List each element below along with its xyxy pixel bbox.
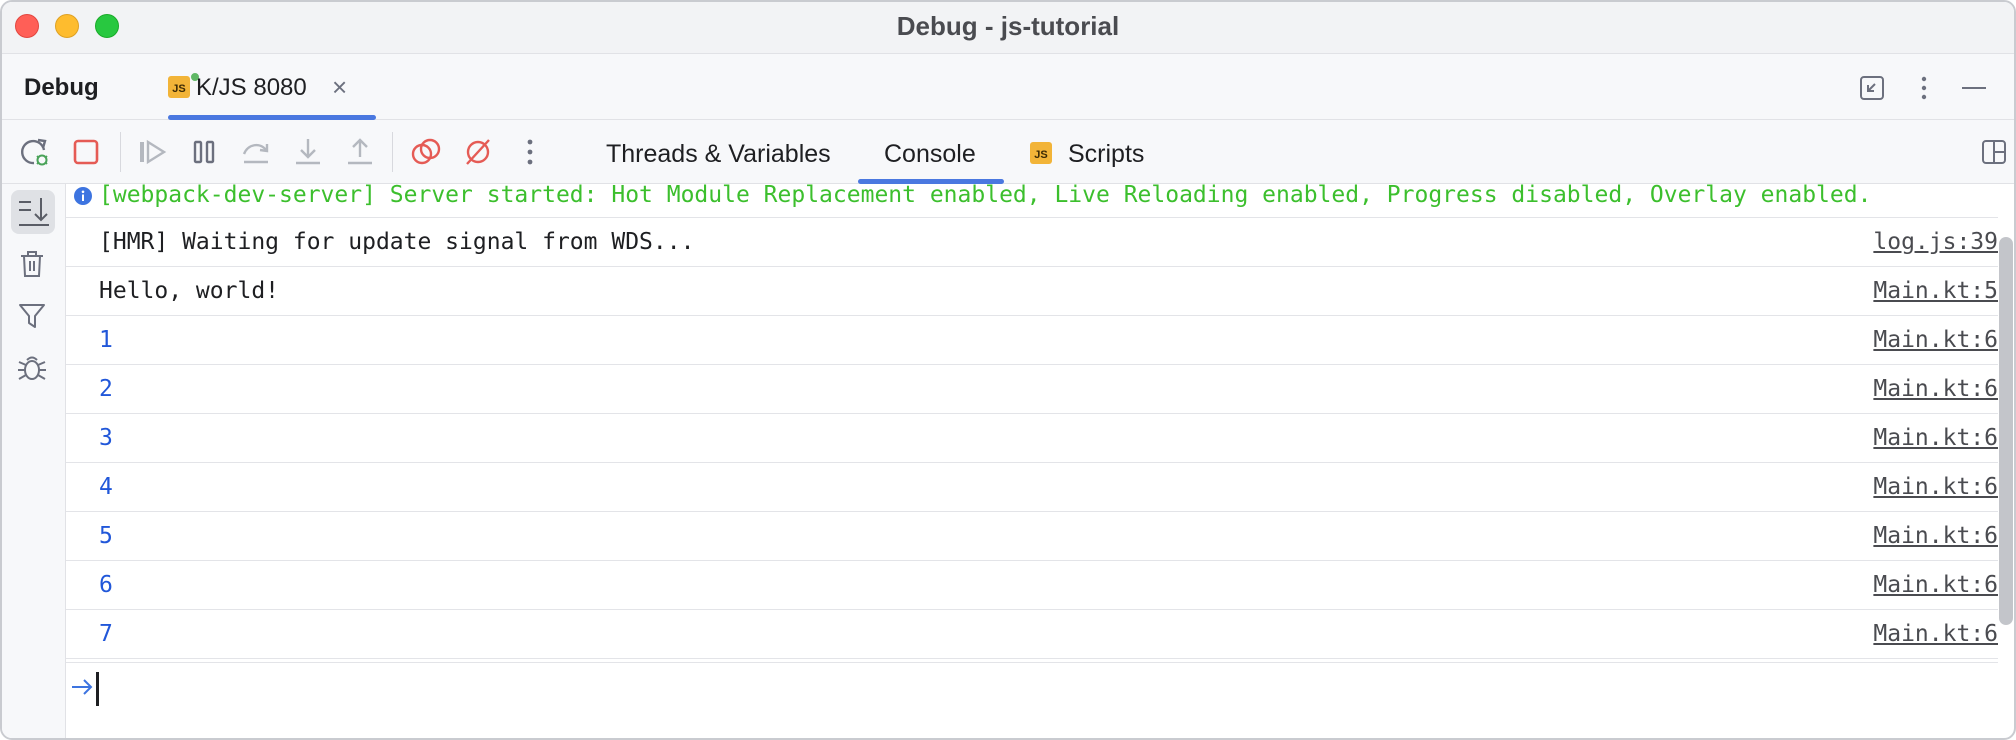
console-row: Hello, world! Main.kt:5 — [66, 267, 1998, 316]
tool-window-title: Debug — [24, 74, 99, 101]
rerun-debug-icon[interactable] — [18, 136, 50, 168]
console-banner: [webpack-dev-server] Server started: Hot… — [66, 184, 1998, 218]
debug-toolbar: Threads & Variables Console JS Scripts — [2, 120, 2014, 184]
trash-icon[interactable] — [16, 248, 48, 280]
close-icon[interactable]: × — [332, 72, 347, 103]
text-caret — [96, 672, 99, 706]
source-link[interactable]: Main.kt:6 — [1873, 425, 1998, 451]
tab-scripts[interactable]: JS Scripts — [1004, 120, 1174, 184]
console-row-text: 5 — [99, 523, 113, 549]
layout-icon[interactable] — [1980, 138, 2008, 166]
console-gutter — [2, 184, 66, 738]
filter-icon[interactable] — [16, 300, 48, 332]
run-tab-kjs[interactable]: JS K/JS 8080 × — [168, 54, 376, 120]
console-row-text: [HMR] Waiting for update signal from WDS… — [99, 229, 695, 255]
console-row: 3 Main.kt:6 — [66, 414, 1998, 463]
js-icon: JS — [1030, 142, 1052, 164]
console-row: 6 Main.kt:6 — [66, 561, 1998, 610]
console-row-text: Hello, world! — [99, 278, 280, 304]
view-breakpoints-icon[interactable] — [410, 136, 442, 168]
source-link[interactable]: Main.kt:6 — [1873, 572, 1998, 598]
more-vertical-icon[interactable] — [1910, 74, 1938, 102]
console-row: 2 Main.kt:6 — [66, 365, 1998, 414]
step-over-icon[interactable] — [240, 136, 272, 168]
scroll-to-end-icon[interactable] — [11, 190, 55, 234]
source-link[interactable]: Main.kt:6 — [1873, 621, 1998, 647]
info-icon — [74, 187, 92, 205]
console-row-text: 4 — [99, 474, 113, 500]
tool-window-header: Debug JS K/JS 8080 × — [2, 54, 2014, 120]
pause-icon[interactable] — [188, 136, 220, 168]
toolbar-separator — [120, 132, 121, 172]
banner-text: [webpack-dev-server] Server started: Hot… — [99, 184, 1872, 208]
prompt-arrow-icon — [72, 679, 93, 695]
tab-label: Console — [884, 140, 976, 168]
tab-label: Scripts — [1068, 140, 1145, 168]
console-row-text: 2 — [99, 376, 113, 402]
run-tab-label: K/JS 8080 — [196, 74, 307, 101]
source-link[interactable]: Main.kt:6 — [1873, 327, 1998, 353]
stop-icon[interactable] — [70, 136, 102, 168]
console-scrollbar[interactable] — [1999, 237, 2013, 625]
source-link[interactable]: Main.kt:6 — [1873, 523, 1998, 549]
debug-window: Debug - js-tutorial Debug JS K/JS 8080 × — [0, 0, 2016, 740]
console-input[interactable] — [66, 662, 1998, 714]
console-row-text: 6 — [99, 572, 113, 598]
resume-icon[interactable] — [136, 136, 168, 168]
mute-breakpoints-icon[interactable] — [462, 136, 494, 168]
console-output[interactable]: [webpack-dev-server] Server started: Hot… — [66, 184, 1998, 662]
source-link[interactable]: Main.kt:6 — [1873, 474, 1998, 500]
source-link[interactable]: Main.kt:5 — [1873, 278, 1998, 304]
source-link[interactable]: Main.kt:6 — [1873, 376, 1998, 402]
source-link[interactable]: log.js:39 — [1873, 229, 1998, 255]
console-row: 4 Main.kt:6 — [66, 463, 1998, 512]
minimize-icon[interactable] — [1960, 74, 1988, 102]
more-vertical-icon[interactable] — [514, 136, 546, 168]
console-row: 5 Main.kt:6 — [66, 512, 1998, 561]
console-row: 7 Main.kt:6 — [66, 610, 1998, 659]
restore-layout-icon[interactable] — [1858, 74, 1886, 102]
svg-text:JS: JS — [172, 83, 185, 95]
tab-console[interactable]: Console — [858, 120, 1004, 184]
bug-icon[interactable] — [16, 352, 48, 384]
js-icon: JS — [168, 76, 190, 98]
tab-threads-variables[interactable]: Threads & Variables — [588, 120, 858, 184]
console-row: 1 Main.kt:6 — [66, 316, 1998, 365]
step-into-icon[interactable] — [292, 136, 324, 168]
step-out-icon[interactable] — [344, 136, 376, 168]
console-row-text: 3 — [99, 425, 113, 451]
console-row: [HMR] Waiting for update signal from WDS… — [66, 218, 1998, 267]
title-bar: Debug - js-tutorial — [2, 2, 2014, 54]
window-title: Debug - js-tutorial — [896, 11, 1120, 41]
svg-text:JS: JS — [1034, 149, 1047, 161]
console-row-text: 1 — [99, 327, 113, 353]
tab-label: Threads & Variables — [606, 140, 831, 168]
toolbar-separator — [392, 132, 393, 172]
console-row-text: 7 — [99, 621, 113, 647]
